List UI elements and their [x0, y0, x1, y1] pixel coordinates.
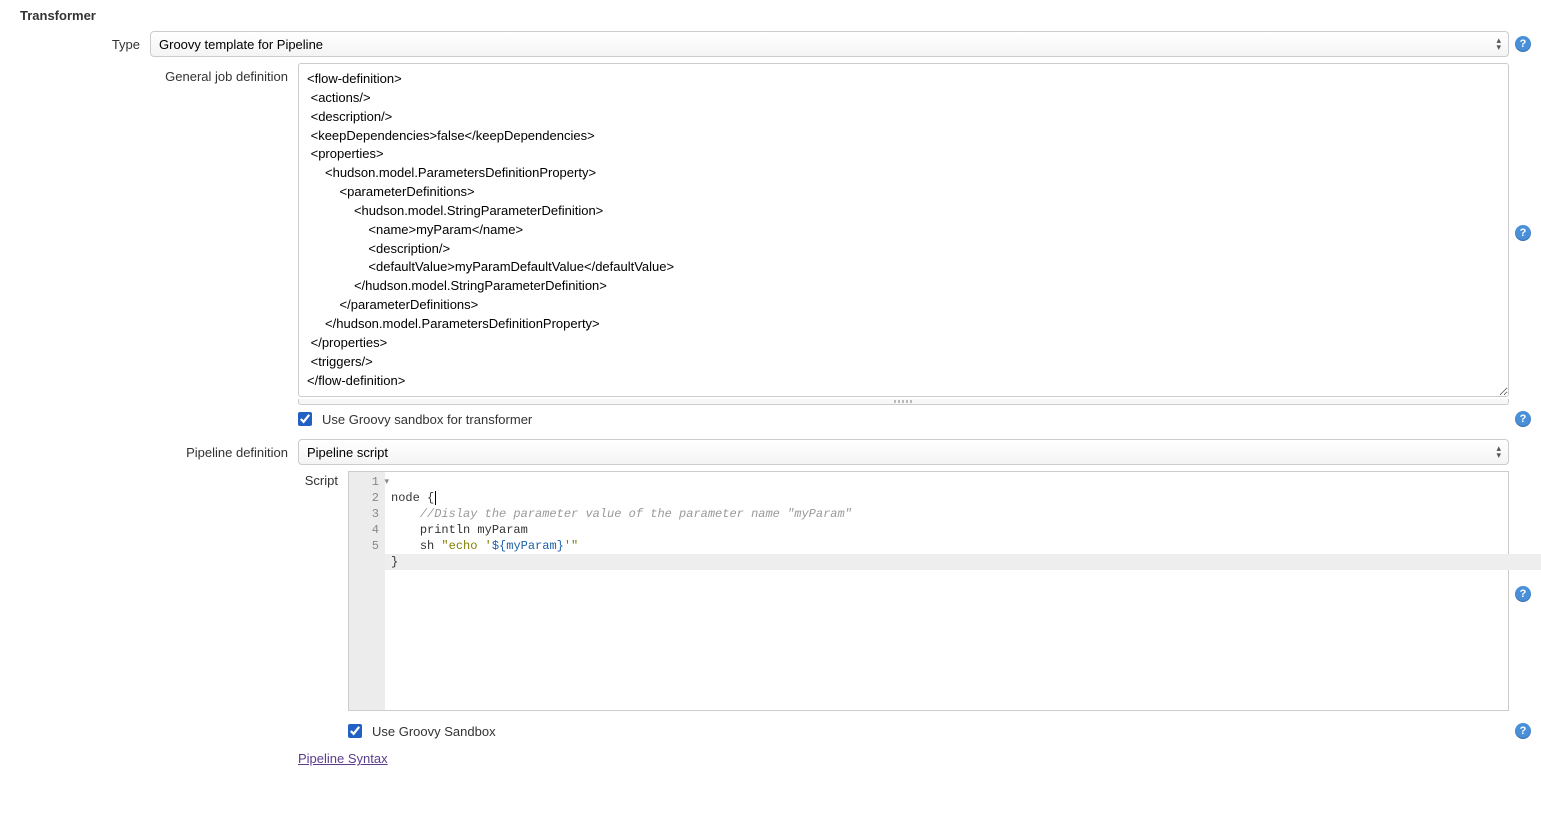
resize-handle[interactable] [298, 399, 1509, 405]
script-label: Script [10, 471, 348, 488]
script-row: Script 1 2 3 4 5 node { //Dislay the par… [10, 471, 1531, 711]
script-editor[interactable]: 1 2 3 4 5 node { //Dislay the parameter … [348, 471, 1509, 711]
spacer [10, 751, 298, 757]
pipeline-def-row: Pipeline definition Pipeline script ▴▾ [10, 439, 1531, 465]
pipeline-def-select[interactable]: Pipeline script [298, 439, 1509, 465]
sandbox-script-row: Use Groovy Sandbox ? [10, 717, 1531, 745]
general-job-label: General job definition [10, 63, 298, 84]
help-icon[interactable]: ? [1515, 586, 1531, 602]
help-icon[interactable]: ? [1515, 36, 1531, 52]
pipeline-syntax-link[interactable]: Pipeline Syntax [298, 751, 388, 766]
type-row: Type Groovy template for Pipeline ▴▾ ? [10, 31, 1531, 57]
sandbox-script-checkbox[interactable] [348, 724, 362, 738]
help-icon[interactable]: ? [1515, 411, 1531, 427]
sandbox-transformer-label: Use Groovy sandbox for transformer [322, 412, 532, 427]
spacer [10, 717, 348, 723]
help-icon[interactable]: ? [1515, 723, 1531, 739]
sandbox-script-label: Use Groovy Sandbox [372, 724, 496, 739]
editor-content[interactable]: node { //Dislay the parameter value of t… [385, 472, 1508, 710]
type-label: Type [10, 31, 150, 52]
section-header: Transformer [20, 8, 1531, 23]
sandbox-transformer-checkbox[interactable] [298, 412, 312, 426]
editor-gutter: 1 2 3 4 5 [349, 472, 385, 710]
type-select[interactable]: Groovy template for Pipeline [150, 31, 1509, 57]
general-job-textarea[interactable] [298, 63, 1509, 397]
general-job-row: General job definition ? Use Groovy sand… [10, 63, 1531, 433]
pipeline-def-label: Pipeline definition [10, 439, 298, 460]
pipeline-syntax-row: Pipeline Syntax [10, 751, 1531, 766]
help-icon[interactable]: ? [1515, 225, 1531, 241]
